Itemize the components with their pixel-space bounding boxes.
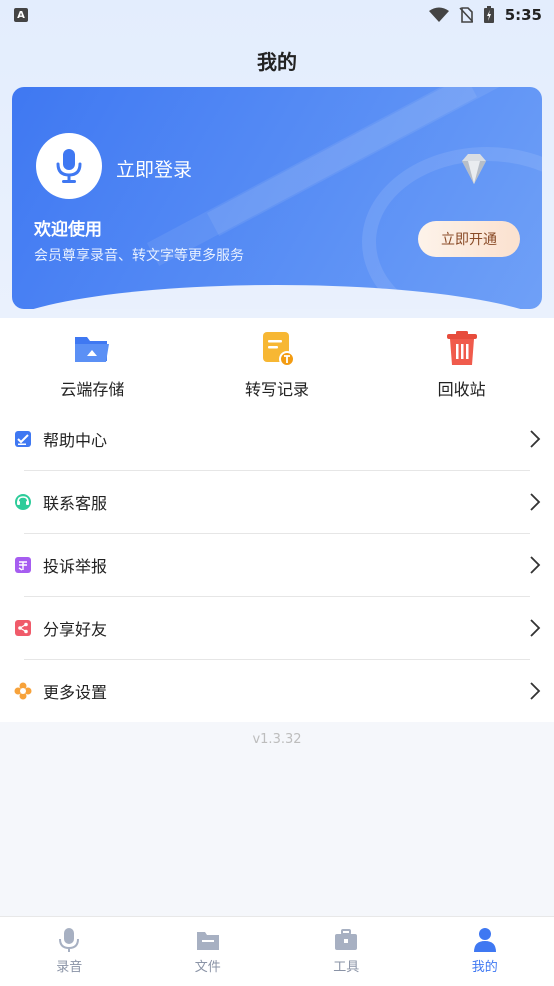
chevron-right-icon	[530, 618, 541, 637]
person-icon	[473, 928, 496, 952]
member-banner: 立即登录 欢迎使用 会员尊享录音、转文字等更多服务 立即开通	[12, 87, 542, 309]
quick-action-label: 回收站	[437, 380, 486, 399]
menu-item-label: 帮助中心	[43, 430, 108, 450]
complaint-icon	[15, 556, 31, 573]
menu-item-label: 分享好友	[43, 619, 108, 639]
diamond-icon	[462, 154, 486, 184]
microphone-icon	[56, 149, 82, 183]
chevron-right-icon	[530, 681, 541, 700]
quick-actions: 云端存储 转写记录 回收站	[0, 318, 554, 410]
no-sim-icon	[459, 7, 473, 23]
login-link[interactable]: 立即登录	[116, 155, 192, 182]
settings-menu: 帮助中心 联系客服 投诉举报 分享好友 更多设置	[0, 407, 554, 722]
menu-item-help-center[interactable]: 帮助中心	[0, 407, 554, 470]
menu-item-contact-service[interactable]: 联系客服	[0, 470, 554, 533]
quick-action-label: 云端存储	[60, 380, 125, 399]
trash-icon	[446, 331, 477, 365]
tab-label: 录音	[56, 960, 83, 975]
tab-record[interactable]: 录音	[0, 917, 139, 986]
transcript-record-icon	[263, 332, 295, 367]
tab-files[interactable]: 文件	[139, 917, 278, 986]
settings-icon	[14, 682, 32, 699]
quick-action-transcript-records[interactable]: 转写记录	[185, 318, 370, 410]
help-icon	[15, 430, 31, 447]
tab-label: 工具	[333, 960, 360, 975]
menu-item-share-friends[interactable]: 分享好友	[0, 596, 554, 659]
page-title: 我的	[257, 50, 297, 74]
chevron-right-icon	[530, 555, 541, 574]
avatar[interactable]	[36, 133, 102, 199]
quick-action-recycle-bin[interactable]: 回收站	[369, 318, 554, 410]
cloud-folder-icon	[75, 337, 110, 362]
welcome-subtitle: 会员尊享录音、转文字等更多服务	[34, 248, 244, 264]
menu-item-label: 联系客服	[43, 493, 108, 513]
menu-item-more-settings[interactable]: 更多设置	[0, 659, 554, 722]
status-indicator: A	[14, 8, 28, 22]
quick-action-cloud-storage[interactable]: 云端存储	[0, 318, 185, 410]
tab-tools[interactable]: 工具	[277, 917, 416, 986]
menu-item-label: 投诉举报	[43, 556, 108, 576]
tab-mine[interactable]: 我的	[416, 917, 554, 986]
tab-label: 我的	[471, 960, 498, 975]
chevron-right-icon	[530, 429, 541, 448]
battery-icon	[483, 6, 494, 23]
folder-icon	[196, 932, 219, 950]
microphone-icon	[59, 928, 80, 952]
bottom-tab-bar: 录音 文件 工具 我的	[0, 916, 554, 986]
activate-vip-button[interactable]: 立即开通	[418, 221, 520, 257]
share-icon	[15, 619, 31, 636]
tab-label: 文件	[194, 960, 221, 975]
status-bar: A 5:35	[0, 0, 554, 30]
toolbox-icon	[335, 929, 358, 950]
welcome-title: 欢迎使用	[34, 220, 102, 240]
quick-action-label: 转写记录	[245, 380, 310, 399]
chevron-right-icon	[530, 492, 541, 511]
app-version: v1.3.32	[252, 732, 302, 747]
menu-item-complaint-report[interactable]: 投诉举报	[0, 533, 554, 596]
wifi-icon	[428, 7, 449, 22]
customer-service-icon	[15, 493, 31, 510]
menu-item-label: 更多设置	[43, 682, 108, 702]
status-time: 5:35	[504, 6, 542, 24]
